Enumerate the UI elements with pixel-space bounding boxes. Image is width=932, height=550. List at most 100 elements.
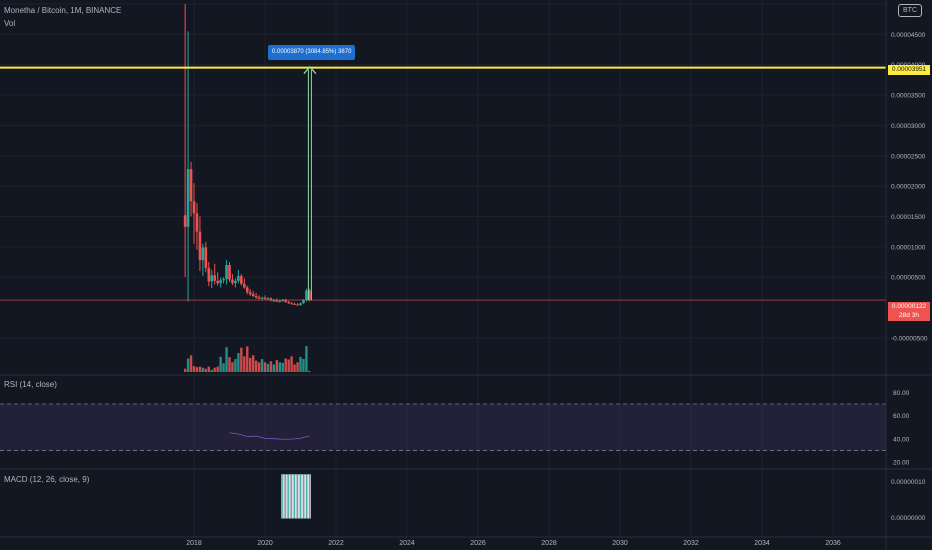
candle-body xyxy=(213,275,216,281)
chart-canvas[interactable]: 0.000045000.000040000.000035000.00003000… xyxy=(0,0,932,550)
chart-title: Monetha / Bitcoin, 1M, BINANCE xyxy=(4,6,122,15)
price-tick-label: 0.00001000 xyxy=(891,244,926,251)
candle-body xyxy=(234,280,237,284)
price-tick-label: 0.00003500 xyxy=(891,93,926,100)
volume-bar xyxy=(240,347,243,372)
macd-tick-label: 0.00000000 xyxy=(891,515,926,522)
last-price-value: 0.00000122 xyxy=(891,303,927,310)
volume-bar xyxy=(299,356,302,372)
candle-body xyxy=(243,283,246,288)
candle-body xyxy=(198,231,202,261)
macd-histogram-bar-inner xyxy=(306,474,307,519)
candle-body xyxy=(248,292,252,295)
macd-histogram-bar-inner xyxy=(291,474,293,519)
last-price-tag: 0.00000122 28d 3h xyxy=(888,302,930,321)
volume-bar xyxy=(263,362,267,372)
volume-bar xyxy=(210,369,213,372)
candle-body xyxy=(222,278,225,281)
candle-body xyxy=(195,213,199,232)
time-tick-label: 2022 xyxy=(328,540,344,547)
volume-bar xyxy=(216,366,219,372)
macd-histogram-bar-inner xyxy=(300,474,301,519)
currency-badge[interactable]: BTC xyxy=(898,4,922,17)
candle-body xyxy=(293,303,296,305)
price-tick-label: 0.00000500 xyxy=(891,275,926,282)
volume-label: Vol xyxy=(4,19,16,28)
price-tick-label: -0.00000500 xyxy=(891,335,928,342)
candle-body xyxy=(186,169,190,227)
candle-body xyxy=(240,275,243,284)
candle-body xyxy=(210,275,214,282)
rsi-band xyxy=(0,404,886,451)
volume-bar xyxy=(254,360,258,372)
price-tick-label: 0.00003000 xyxy=(891,123,926,130)
candle-body xyxy=(287,302,290,304)
rsi-label: RSI (14, close) xyxy=(4,380,57,389)
time-tick-label: 2036 xyxy=(825,540,841,547)
candle-body xyxy=(201,247,205,261)
candle-body xyxy=(183,215,187,227)
candle-body xyxy=(225,265,228,279)
macd-histogram-bar-inner xyxy=(303,474,304,519)
macd-label: MACD (12, 26, close, 9) xyxy=(4,475,90,484)
horizontal-line-price-tag: 0.00003951 xyxy=(888,65,930,75)
volume-bar xyxy=(198,366,202,372)
volume-bar xyxy=(192,366,196,372)
time-tick-label: 2034 xyxy=(754,540,770,547)
volume-bar xyxy=(204,368,208,372)
volume-bar xyxy=(293,364,296,372)
price-tick-label: 0.00002500 xyxy=(891,153,926,160)
macd-histogram-bar-inner xyxy=(308,474,310,519)
price-tick-label: 0.00002000 xyxy=(891,184,926,191)
candle-body xyxy=(251,294,255,296)
volume-bar xyxy=(231,362,234,372)
candle-body xyxy=(302,300,305,304)
volume-bar xyxy=(266,363,270,372)
volume-bar xyxy=(260,359,264,372)
volume-bar xyxy=(225,347,228,372)
volume-bar xyxy=(237,353,240,372)
candle-body xyxy=(207,268,211,282)
time-tick-label: 2030 xyxy=(612,540,628,547)
volume-bar xyxy=(275,360,279,372)
volume-bar xyxy=(213,367,216,372)
time-tick-label: 2028 xyxy=(541,540,557,547)
candle-body xyxy=(299,303,302,306)
candle-body xyxy=(275,300,279,302)
volume-bar xyxy=(219,356,222,372)
volume-bar xyxy=(287,359,290,372)
volume-bar xyxy=(308,370,311,372)
time-tick-label: 2026 xyxy=(470,540,486,547)
volume-bar xyxy=(201,367,205,372)
candle-body xyxy=(266,298,270,300)
macd-histogram-bar-inner xyxy=(282,474,284,519)
volume-bar xyxy=(272,364,276,372)
candle-body xyxy=(305,290,308,301)
rsi-pane xyxy=(0,403,886,451)
time-tick-label: 2032 xyxy=(683,540,699,547)
volume-bar xyxy=(234,359,237,372)
candle-body xyxy=(216,280,219,284)
macd-histogram-bar-inner xyxy=(297,474,298,519)
volume-bar xyxy=(302,359,305,372)
price-tick-label: 0.00001500 xyxy=(891,214,926,221)
grid-lines xyxy=(0,0,886,537)
volume-bar xyxy=(246,346,249,372)
axis-labels: 0.000045000.000040000.000035000.00003000… xyxy=(186,32,928,547)
volume-bar xyxy=(207,366,211,372)
time-tick-label: 2020 xyxy=(257,540,273,547)
candle-body xyxy=(204,247,208,269)
pane-dividers xyxy=(0,0,932,550)
measure-tool[interactable] xyxy=(303,65,317,301)
candle-body xyxy=(278,300,282,302)
price-tick-label: 0.00004500 xyxy=(891,32,926,39)
volume-bar xyxy=(290,356,293,372)
volume-bar xyxy=(257,362,261,372)
volume-bar xyxy=(222,363,225,372)
volume-bar xyxy=(296,362,299,372)
candle-body xyxy=(290,303,293,305)
rsi-tick-label: 60.00 xyxy=(893,413,910,420)
candle-body xyxy=(228,265,231,280)
volume-bar xyxy=(248,357,252,372)
rsi-tick-label: 80.00 xyxy=(893,390,910,397)
